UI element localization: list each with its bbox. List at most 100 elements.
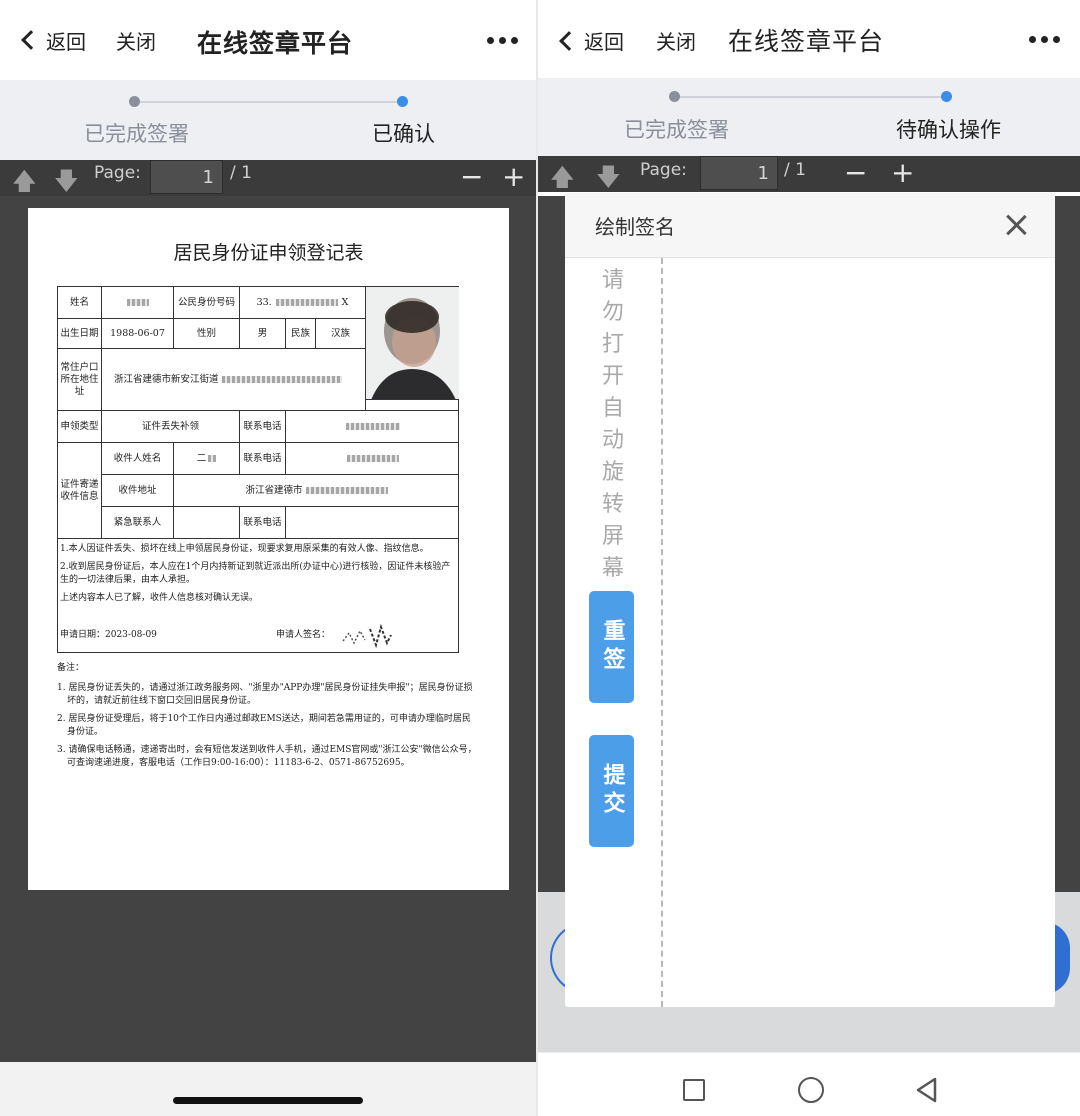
pdf-viewer[interactable]: 居民身份证申领登记表 姓名 公民身份号码 33. X 出生日期 1988-06-… — [0, 196, 538, 1062]
zoom-in-button[interactable]: + — [502, 160, 525, 194]
value-phone-2 — [286, 443, 459, 475]
label-address: 常住户口所在地住址 — [58, 349, 102, 411]
submit-label: 提交 — [599, 763, 625, 819]
step-label-completed: 已完成签署 — [84, 122, 189, 146]
home-indicator[interactable] — [173, 1097, 363, 1104]
signature-canvas[interactable] — [665, 259, 1053, 1005]
step-label-current: 待确认操作 — [896, 118, 1001, 142]
signature-dialog: 绘制签名 请勿打开自动旋转屏幕 重签 提交 — [565, 193, 1055, 1007]
statements: 1.本人因证件丢失、损坏在线上申领居民身份证，现要求复用原采集的有效人像、指纹信… — [60, 543, 456, 605]
pdf-toolbar: 🡅 🡇 Page: 1 / 1 − + — [538, 156, 1080, 192]
document-title: 居民身份证申领登记表 — [173, 242, 364, 264]
step-label-completed: 已完成签署 — [624, 118, 729, 142]
value-emergency — [174, 507, 240, 539]
label-gender: 性别 — [174, 319, 240, 349]
label-apply-type: 申领类型 — [58, 411, 102, 443]
signature-image — [342, 623, 392, 649]
value-phone — [286, 411, 459, 443]
more-icon[interactable] — [1029, 35, 1060, 43]
page-title: 在线签章平台 — [728, 27, 885, 56]
progress-steps: 已完成签署 已确认 — [0, 80, 538, 160]
id-photo — [366, 287, 459, 400]
value-phone-3 — [286, 507, 459, 539]
step-line — [674, 96, 946, 98]
label-ethnicity: 民族 — [286, 319, 316, 349]
resign-label: 重签 — [599, 619, 625, 675]
apply-date: 申请日期：2023-08-09 — [60, 630, 157, 640]
label-id-number: 公民身份号码 — [174, 287, 240, 319]
label-birth: 出生日期 — [58, 319, 102, 349]
submit-button[interactable]: 提交 — [589, 735, 634, 847]
step-dot-completed — [669, 91, 680, 102]
value-address: 浙江省建德市新安江街道 — [102, 349, 366, 411]
label-phone-3: 联系电话 — [240, 507, 286, 539]
value-mail-address: 浙江省建德市 — [174, 475, 459, 507]
step-dot-completed — [129, 96, 140, 107]
step-label-current: 已确认 — [372, 122, 435, 146]
value-birth: 1988-06-07 — [102, 319, 174, 349]
bottom-bar — [0, 1062, 538, 1116]
zoom-out-button[interactable]: − — [460, 160, 483, 194]
label-phone-2: 联系电话 — [240, 443, 286, 475]
application-form: 姓名 公民身份号码 33. X 出生日期 1988-06-07 性别 男 民族 … — [57, 286, 459, 653]
page-label: Page: — [640, 160, 687, 180]
remarks-title: 备注： — [57, 663, 85, 673]
label-recipient: 收件人姓名 — [102, 443, 174, 475]
remark-3: 3. 请确保电话畅通，速递寄出时，会有短信发送到收件人手机，通过EMS官网或"浙… — [57, 745, 477, 768]
step-dot-current — [397, 96, 408, 107]
nav-bar: 返回 关闭 在线签章平台 — [0, 0, 538, 80]
label-mail-address: 收件地址 — [102, 475, 174, 507]
triangle-back-icon[interactable] — [914, 1076, 938, 1104]
signer-label: 申请人签名： — [276, 630, 331, 640]
more-icon[interactable] — [487, 36, 518, 44]
left-screen: 返回 关闭 在线签章平台 已完成签署 已确认 🡅 🡇 Page: 1 / 1 −… — [0, 0, 538, 1116]
close-button[interactable]: 关闭 — [116, 26, 156, 55]
zoom-in-button[interactable]: + — [891, 156, 914, 190]
value-recipient: 二 — [174, 443, 240, 475]
step-line — [134, 101, 402, 103]
back-label: 返回 — [584, 30, 624, 54]
page-title: 在线签章平台 — [197, 29, 354, 58]
right-screen: 返回 关闭 在线签章平台 已完成签署 待确认操作 🡅 🡇 Page: 1 / 1… — [538, 0, 1080, 1116]
page-input[interactable]: 1 — [700, 156, 778, 190]
chevron-left-icon — [559, 30, 579, 51]
value-name — [102, 287, 174, 319]
label-mail-info: 证件寄递收件信息 — [58, 443, 102, 539]
value-id-number: 33. X — [240, 287, 366, 319]
back-label: 返回 — [46, 29, 86, 54]
nav-bar: 返回 关闭 在线签章平台 — [538, 0, 1080, 78]
chevron-left-icon — [21, 30, 41, 50]
system-nav-bar — [538, 1052, 1080, 1116]
square-icon[interactable] — [683, 1079, 705, 1101]
resign-button[interactable]: 重签 — [589, 591, 634, 703]
document-page: 居民身份证申领登记表 姓名 公民身份号码 33. X 出生日期 1988-06-… — [28, 208, 509, 890]
page-total: / 1 — [230, 163, 252, 183]
progress-steps: 已完成签署 待确认操作 — [538, 78, 1080, 158]
remark-1: 1. 居民身份证丢失的，请通过浙江政务服务网、"浙里办"APP办理"居民身份证挂… — [57, 683, 473, 706]
step-dot-current — [941, 91, 952, 102]
label-name: 姓名 — [58, 287, 102, 319]
label-emergency: 紧急联系人 — [102, 507, 174, 539]
back-button[interactable]: 返回 — [556, 26, 624, 55]
statement-2: 2.收到居民身份证后，本人应在1个月内持新证到就近派出所(办证中心)进行核验，因… — [60, 562, 451, 585]
back-button[interactable]: 返回 — [18, 26, 86, 55]
dialog-title: 绘制签名 — [595, 215, 675, 239]
statement-3: 上述内容本人已了解，收件人信息核对确认无误。 — [60, 593, 259, 603]
photo-spacer — [366, 400, 459, 411]
close-icon[interactable] — [1005, 213, 1027, 235]
close-button[interactable]: 关闭 — [656, 26, 696, 55]
page-total: / 1 — [784, 160, 806, 180]
remarks: 1. 居民身份证丢失的，请通过浙江政务服务网、"浙里办"APP办理"居民身份证挂… — [57, 682, 477, 769]
value-ethnicity: 汉族 — [316, 319, 366, 349]
rotate-hint: 请勿打开自动旋转屏幕 — [601, 268, 624, 581]
label-phone: 联系电话 — [240, 411, 286, 443]
pdf-toolbar: 🡅 🡇 Page: 1 / 1 − + — [0, 160, 538, 196]
page-input[interactable]: 1 — [150, 160, 223, 194]
dashed-divider — [661, 258, 663, 1007]
remark-2: 2. 居民身份证受理后，将于10个工作日内通过邮政EMS送达，期间若急需用证的，… — [57, 714, 471, 737]
circle-icon[interactable] — [798, 1077, 824, 1103]
page-label: Page: — [94, 163, 141, 183]
value-apply-type: 证件丢失补领 — [102, 411, 240, 443]
zoom-out-button[interactable]: − — [844, 156, 867, 190]
statement-1: 1.本人因证件丢失、损坏在线上申领居民身份证，现要求复用原采集的有效人像、指纹信… — [60, 544, 429, 554]
